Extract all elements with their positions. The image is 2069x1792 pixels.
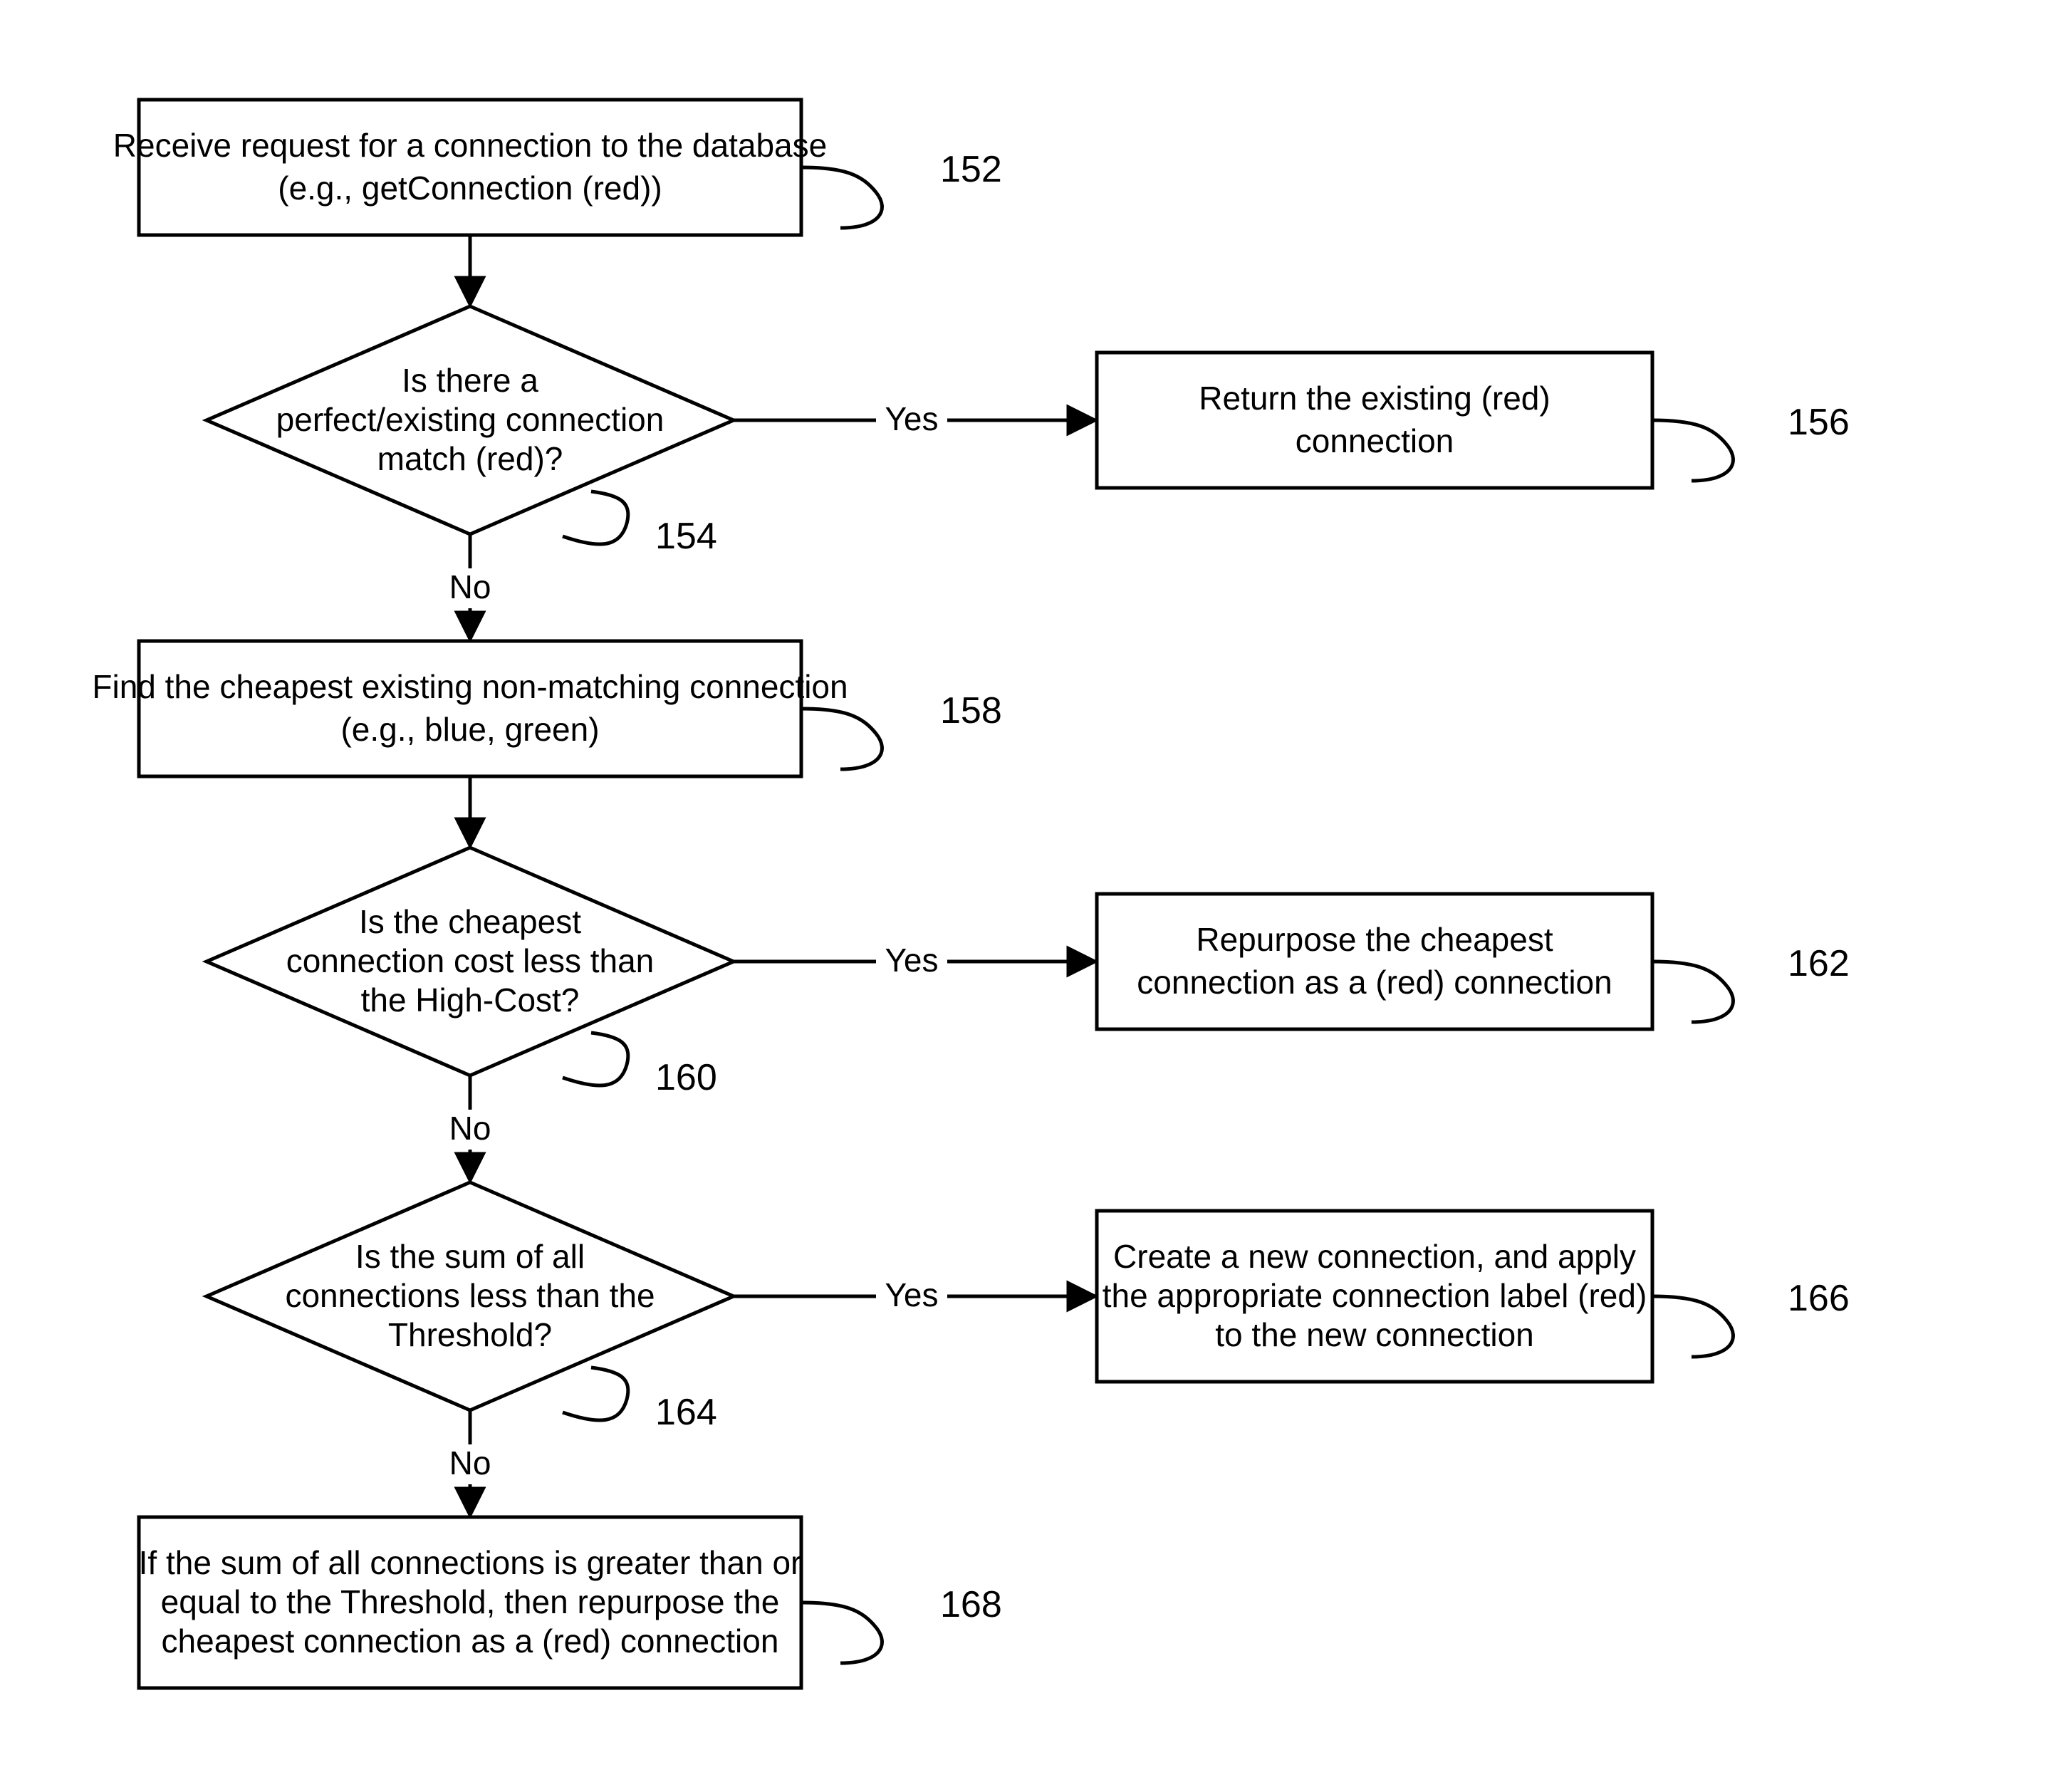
node-166-line1: Create a new connection, and apply — [1113, 1238, 1636, 1275]
ref-164: 164 — [655, 1392, 717, 1433]
ref-154: 154 — [655, 516, 717, 557]
ref-156: 156 — [1788, 402, 1850, 443]
node-162: Repurpose the cheapest connection as a (… — [1097, 894, 1652, 1029]
node-158-line1: Find the cheapest existing non-matching … — [92, 668, 848, 705]
node-168: If the sum of all connections is greater… — [139, 1517, 802, 1688]
node-160: Is the cheapest connection cost less tha… — [207, 848, 734, 1075]
node-164-line2: connections less than the — [285, 1277, 655, 1314]
ref-hook-166 — [1652, 1296, 1733, 1357]
ref-162: 162 — [1788, 943, 1850, 984]
edge-164-166-label: Yes — [885, 1276, 938, 1313]
edge-164-168-label: No — [449, 1444, 491, 1481]
node-154-line3: match (red)? — [377, 440, 563, 477]
edge-160-164-label: No — [449, 1110, 491, 1147]
node-168-line1: If the sum of all connections is greater… — [139, 1544, 802, 1581]
node-154-line2: perfect/existing connection — [276, 401, 665, 438]
node-164: Is the sum of all connections less than … — [207, 1182, 734, 1410]
node-158: Find the cheapest existing non-matching … — [92, 641, 848, 776]
node-154: Is there a perfect/existing connection m… — [207, 306, 734, 534]
edge-154-156-label: Yes — [885, 400, 938, 437]
node-158-line2: (e.g., blue, green) — [340, 711, 599, 748]
node-162-line2: connection as a (red) connection — [1137, 964, 1612, 1001]
node-166-line2: the appropriate connection label (red) — [1103, 1277, 1647, 1314]
node-160-line2: connection cost less than — [286, 942, 655, 979]
node-168-line3: cheapest connection as a (red) connectio… — [162, 1622, 779, 1660]
ref-160: 160 — [655, 1057, 717, 1098]
node-156-line1: Return the existing (red) — [1199, 380, 1550, 417]
ref-168: 168 — [940, 1584, 1002, 1625]
node-166-line3: to the new connection — [1215, 1316, 1534, 1353]
node-156: Return the existing (red) connection — [1097, 353, 1652, 488]
flowchart: Receive request for a connection to the … — [0, 0, 2069, 1792]
node-152-line1: Receive request for a connection to the … — [113, 127, 827, 164]
edge-160-162-label: Yes — [885, 942, 938, 979]
node-154-line1: Is there a — [402, 362, 538, 399]
edge-154-158-label: No — [449, 568, 491, 605]
node-152-line2: (e.g., getConnection (red)) — [278, 170, 662, 207]
node-164-line1: Is the sum of all — [355, 1238, 585, 1275]
node-168-line2: equal to the Threshold, then repurpose t… — [161, 1583, 780, 1620]
ref-152: 152 — [940, 149, 1002, 190]
ref-hook-154 — [563, 491, 628, 544]
node-162-line1: Repurpose the cheapest — [1196, 921, 1553, 958]
ref-hook-156 — [1652, 420, 1733, 481]
ref-hook-164 — [563, 1368, 628, 1420]
node-152: Receive request for a connection to the … — [113, 100, 827, 235]
ref-hook-158 — [801, 709, 882, 769]
ref-166: 166 — [1788, 1278, 1850, 1319]
node-166: Create a new connection, and apply the a… — [1097, 1211, 1652, 1382]
ref-hook-168 — [801, 1603, 882, 1663]
ref-hook-162 — [1652, 962, 1733, 1022]
ref-hook-160 — [563, 1033, 628, 1085]
node-160-line1: Is the cheapest — [359, 903, 581, 940]
ref-hook-152 — [801, 167, 882, 228]
ref-158: 158 — [940, 690, 1002, 731]
node-160-line3: the High-Cost? — [361, 981, 580, 1019]
node-156-line2: connection — [1296, 422, 1454, 459]
node-164-line3: Threshold? — [388, 1316, 552, 1353]
